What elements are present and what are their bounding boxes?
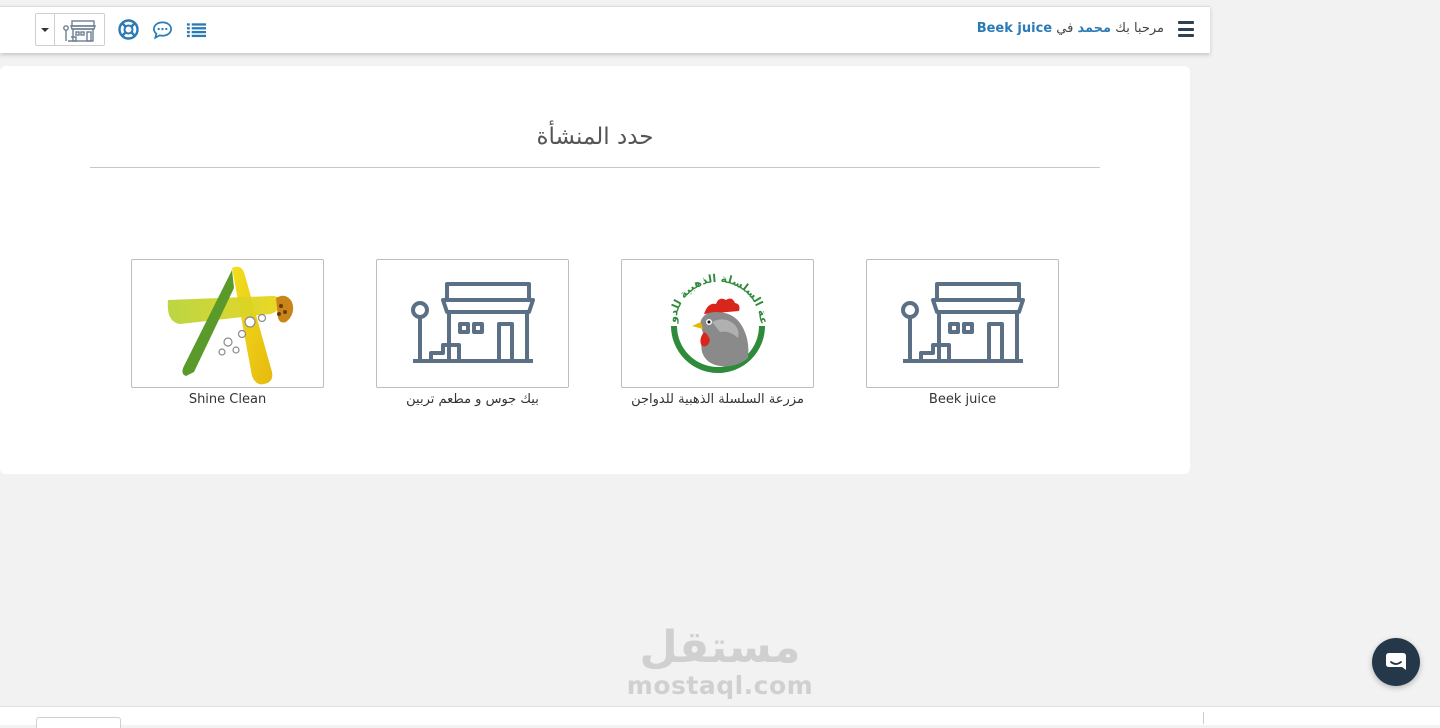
user-name[interactable]: محمد — [1077, 21, 1111, 36]
store-icon — [55, 14, 104, 45]
welcome-prefix: مرحبا بك — [1115, 21, 1164, 36]
store-icon — [900, 281, 1025, 363]
page-title: حدد المنشأة — [536, 124, 654, 150]
list-icon[interactable] — [186, 19, 207, 40]
title-divider — [90, 167, 1100, 168]
welcome-text: مرحبا بك محمد في Beek juice — [977, 21, 1164, 36]
footer-tab[interactable] — [36, 717, 121, 728]
top-bar: مرحبا بك محمد في Beek juice — [0, 6, 1210, 53]
welcome-in-word: في — [1056, 21, 1074, 36]
store-icon — [410, 281, 535, 363]
establishment-name[interactable]: Beek juice — [866, 392, 1059, 407]
establishment-card-poultry-farm[interactable]: مزرعة السلسلة الذهبية للدواجن مزرعة السل… — [621, 259, 814, 407]
establishment-name[interactable]: Shine Clean — [131, 392, 324, 407]
chat-icon[interactable] — [152, 19, 173, 40]
support-icon[interactable] — [118, 19, 139, 40]
company-name[interactable]: Beek juice — [977, 21, 1052, 36]
establishment-panel: حدد المنشأة Beek juice عة السلسلة الذهبي… — [0, 66, 1190, 474]
header-tools — [35, 13, 207, 46]
establishment-name[interactable]: بيك جوس و مطعم تربين — [376, 392, 569, 407]
establishment-logo-box[interactable] — [866, 259, 1059, 388]
rooster-logo: مزرعة السلسلة الذهبية للدواجن — [656, 264, 770, 373]
watermark-latin: mostaql.com — [626, 671, 814, 700]
menu-icon[interactable] — [1178, 20, 1194, 38]
footer-divider — [1203, 712, 1204, 724]
footer-bar — [0, 706, 1440, 725]
watermark: مستقل mostaql.com — [620, 624, 820, 700]
establishment-card-shine-clean[interactable]: Shine Clean — [131, 259, 324, 407]
establishment-card-beek-juice[interactable]: Beek juice — [866, 259, 1059, 407]
shine-clean-logo — [167, 266, 293, 384]
establishment-card-beek-restaurant[interactable]: بيك جوس و مطعم تربين — [376, 259, 569, 407]
establishment-name[interactable]: مزرعة السلسلة الذهبية للدواجن — [621, 392, 814, 407]
establishment-logo-box[interactable]: مزرعة السلسلة الذهبية للدواجن — [621, 259, 814, 388]
chat-bubble-icon — [1386, 653, 1406, 670]
store-selector[interactable] — [35, 13, 105, 46]
establishment-logo-box[interactable] — [131, 259, 324, 388]
watermark-arabic: مستقل — [639, 622, 801, 673]
establishment-logo-box[interactable] — [376, 259, 569, 388]
chat-launcher-button[interactable] — [1372, 638, 1420, 686]
caret-down-icon[interactable] — [36, 14, 55, 45]
